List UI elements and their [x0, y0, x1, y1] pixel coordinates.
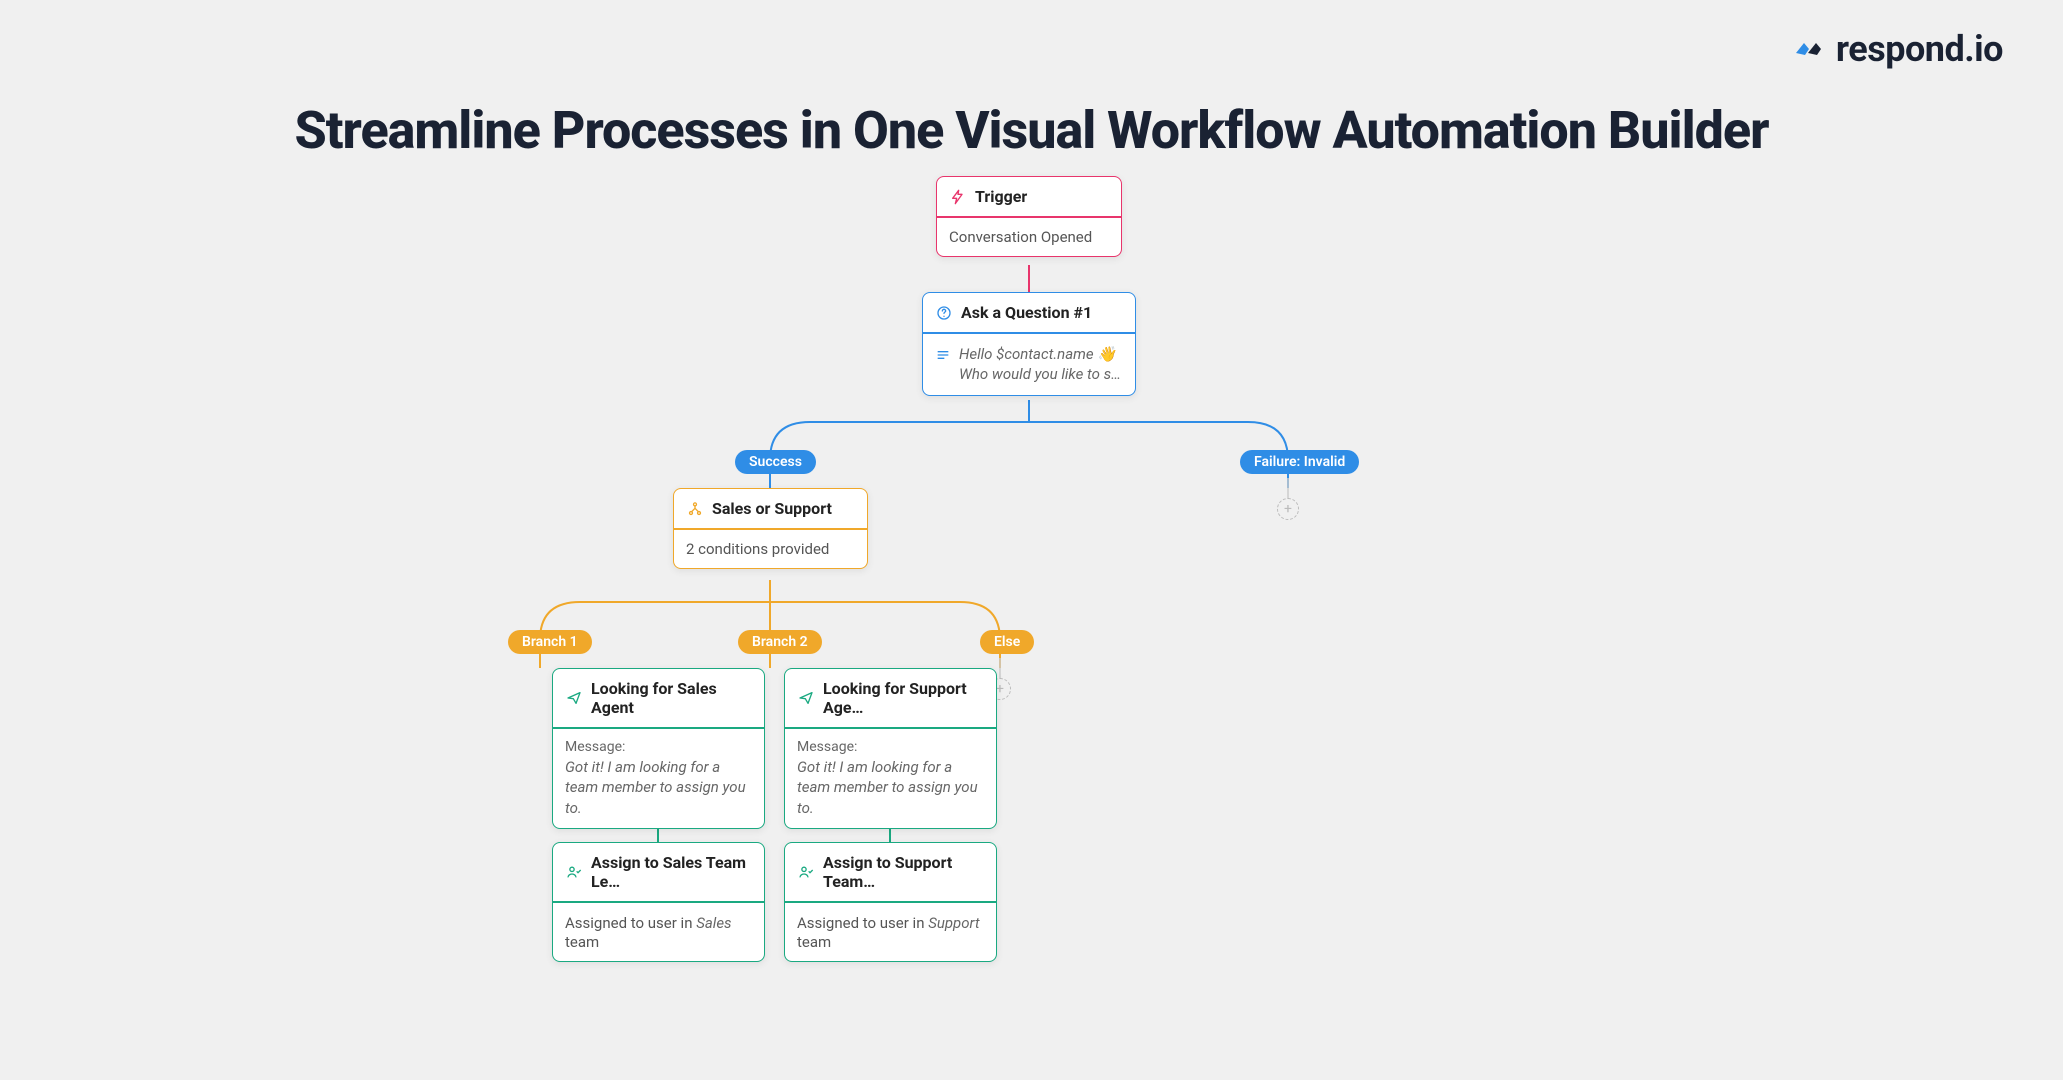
node-branch-label: Sales or Support	[712, 499, 832, 518]
help-circle-icon	[935, 304, 953, 322]
node-assign-support[interactable]: Assign to Support Team… Assigned to user…	[784, 842, 997, 962]
node-send-support-label: Looking for Support Age…	[823, 679, 984, 717]
add-step-failure-button[interactable]: +	[1277, 498, 1299, 520]
node-ask-label: Ask a Question #1	[961, 303, 1092, 322]
branch-1-pill[interactable]: Branch 1	[508, 630, 592, 654]
list-icon	[935, 347, 951, 367]
outcome-failure-pill[interactable]: Failure: Invalid	[1240, 450, 1359, 474]
node-ask-line1: Hello $contact.name 👋	[959, 344, 1121, 364]
node-branch-sales-or-support[interactable]: Sales or Support 2 conditions provided	[673, 488, 868, 569]
send-icon	[797, 689, 815, 707]
node-assign-support-body: Assigned to user in Support team	[785, 903, 996, 961]
node-ask-question[interactable]: Ask a Question #1 Hello $contact.name 👋 …	[922, 292, 1136, 396]
branch-icon	[686, 500, 704, 518]
node-send-support-msg: Got it! I am looking for a team member t…	[797, 757, 984, 818]
node-trigger-body: Conversation Opened	[937, 218, 1121, 256]
node-assign-sales[interactable]: Assign to Sales Team Le… Assigned to use…	[552, 842, 765, 962]
user-check-icon	[565, 863, 583, 881]
node-trigger-label: Trigger	[975, 187, 1027, 206]
node-branch-body: 2 conditions provided	[674, 530, 867, 568]
node-assign-sales-body: Assigned to user in Sales team	[553, 903, 764, 961]
workflow-canvas[interactable]: Trigger Conversation Opened Ask a Questi…	[0, 170, 2063, 1070]
node-send-sales-msg-label: Message:	[565, 739, 752, 755]
node-send-sales-msg: Got it! I am looking for a team member t…	[565, 757, 752, 818]
brand-logo: respond.io	[1794, 28, 2003, 70]
bolt-icon	[949, 188, 967, 206]
brand-name: respond.io	[1836, 28, 2003, 70]
node-ask-line2: Who would you like to s…	[959, 364, 1121, 384]
node-trigger[interactable]: Trigger Conversation Opened	[936, 176, 1122, 257]
branch-else-pill[interactable]: Else	[980, 630, 1034, 654]
node-assign-sales-label: Assign to Sales Team Le…	[591, 853, 752, 891]
logo-mark-icon	[1794, 35, 1828, 63]
send-icon	[565, 689, 583, 707]
user-check-icon	[797, 863, 815, 881]
node-send-support[interactable]: Looking for Support Age… Message: Got it…	[784, 668, 997, 829]
node-send-sales[interactable]: Looking for Sales Agent Message: Got it!…	[552, 668, 765, 829]
page-title: Streamline Processes in One Visual Workf…	[295, 100, 1769, 161]
node-assign-support-label: Assign to Support Team…	[823, 853, 984, 891]
outcome-success-pill[interactable]: Success	[735, 450, 816, 474]
node-send-sales-label: Looking for Sales Agent	[591, 679, 752, 717]
branch-2-pill[interactable]: Branch 2	[738, 630, 822, 654]
node-send-support-msg-label: Message:	[797, 739, 984, 755]
